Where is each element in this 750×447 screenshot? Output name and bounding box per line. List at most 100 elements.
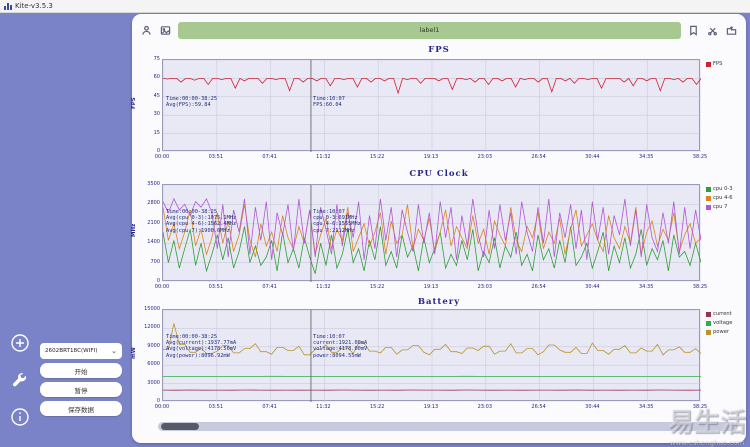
device-select[interactable]: 2602BRT18C(WIFI) ⌄ [40,343,122,359]
chart-title: Battery [417,297,461,307]
x-tick-label: 30:44 [585,404,600,410]
y-tick-label: 15 [153,129,160,136]
y-tick-label: 3500 [147,181,160,187]
legend-swatch [706,320,711,326]
y-tick-label: 2100 [147,219,160,226]
x-tick-label: 38:25 [692,284,708,290]
y-axis-label: MHz [131,223,137,237]
legend-label: current [713,311,732,317]
legend-label: FPS [713,61,723,67]
legend-swatch [706,311,711,317]
x-tick-label: 34:35 [638,404,654,410]
title-bar: Kite-v3.5.3 [0,0,750,13]
x-tick-label: 23:03 [477,404,493,410]
label-input[interactable]: label1 [178,21,681,39]
x-tick-label: 03:51 [208,154,224,160]
x-tick-label: 15:22 [369,284,385,290]
y-tick-label: 60 [153,74,160,81]
y-tick-label: 2800 [147,200,160,207]
legend-label: cpu 7 [713,204,728,210]
legend-item[interactable]: voltage [706,320,746,326]
chart-legend: FPS [706,61,746,70]
x-tick-label: 30:44 [585,284,600,290]
x-tick-label: 15:22 [369,404,385,410]
x-tick-label: 00:00 [154,404,170,410]
scrollbar-thumb[interactable] [161,423,199,430]
x-tick-label: 26:54 [531,284,546,290]
pause-button[interactable]: 暂停 [40,382,122,397]
x-tick-label: 00:00 [154,284,170,290]
legend-label: voltage [713,320,733,326]
plot-area: Time:00:00-38:25 Avg(cpu 0-3):1075.1MHz … [162,184,701,282]
x-tick-label: 34:35 [638,154,654,160]
bookmark-save-icon[interactable] [687,24,700,37]
y-tick-label: 75 [153,56,160,62]
x-tick-label: 30:44 [585,154,600,160]
y-axis-label: FPS [131,97,137,109]
save-data-button[interactable]: 保存数据 [40,401,122,416]
charts: FPS Time:00:00-38:25 Avg(FPS):59.84 Time:1… [131,42,746,414]
y-tick-label: 45 [153,92,160,99]
x-tick-label: 26:54 [531,154,546,160]
x-tick-label: 34:35 [638,284,654,290]
start-button[interactable]: 开始 [40,363,122,378]
y-tick-label: 12000 [144,324,160,331]
legend-swatch [706,61,711,67]
x-tick-label: 19:13 [423,404,439,410]
horizontal-scrollbar[interactable] [158,422,738,431]
legend-item[interactable]: cpu 7 [706,204,746,210]
legend-item[interactable]: cpu 4-6 [706,195,746,201]
legend-swatch [706,195,711,201]
plot-area: Time:00:00-38:25 Avg(FPS):59.84 Time:10:0… [162,59,701,152]
legend-item[interactable]: cpu 0-3 [706,186,746,192]
label-input-value: label1 [419,26,440,34]
scissors-icon[interactable] [706,24,719,37]
legend-item[interactable]: FPS [706,61,746,67]
wrench-icon[interactable] [10,369,31,390]
window-title: Kite-v3.5.3 [15,2,53,10]
y-tick-label: 1400 [147,239,160,246]
y-tick-label: 700 [150,258,160,265]
chart-legend: cpu 0-3 cpu 4-6 cpu 7 [706,186,746,213]
x-tick-label: 23:03 [477,154,493,160]
x-tick-label: 26:54 [531,404,546,410]
legend-item[interactable]: power [706,329,746,335]
legend-label: cpu 0-3 [713,186,733,192]
legend-label: power [713,329,730,335]
toolbar: label1 [132,18,746,42]
chevron-down-icon: ⌄ [111,347,117,355]
info-button[interactable] [10,406,31,427]
x-tick-label: 15:22 [369,154,385,160]
left-rail [6,332,34,427]
app-chart-icon [4,2,12,10]
x-tick-label: 11:32 [316,284,331,290]
legend-swatch [706,204,711,210]
x-tick-label: 03:51 [208,404,224,410]
x-tick-label: 38:25 [692,154,708,160]
x-tick-label: 07:41 [262,404,277,410]
controls-panel: 2602BRT18C(WIFI) ⌄ 开始 暂停 保存数据 [40,343,122,416]
chart-legend: current voltage power [706,311,746,338]
x-tick-label: 19:13 [423,284,439,290]
x-tick-label: 38:25 [692,404,708,410]
app-window: Kite-v3.5.3 2602BRT18C(WIFI) ⌄ 开始 暂停 保存数… [0,0,750,447]
add-button[interactable] [10,332,31,353]
y-tick-label: 6000 [147,361,160,368]
x-tick-label: 00:00 [154,154,170,160]
x-tick-label: 11:32 [316,404,331,410]
y-tick-label: 3000 [147,379,160,386]
main-card: label1 FPS Time:00:00-38:25 Avg(FPS):59.8… [131,14,746,443]
x-tick-label: 07:41 [262,154,277,160]
user-icon[interactable] [140,24,153,37]
x-tick-label: 11:32 [316,154,331,160]
export-icon[interactable] [725,24,738,37]
x-tick-label: 07:41 [262,284,277,290]
chart-title: FPS [428,45,450,55]
legend-item[interactable]: current [706,311,746,317]
screenshot-icon[interactable] [159,24,172,37]
legend-label: cpu 4-6 [713,195,733,201]
device-select-value: 2602BRT18C(WIFI) [45,348,98,354]
x-tick-label: 03:51 [208,284,224,290]
plot-area: Time:00:00-38:25 Avg(current):1937.77mA … [162,309,701,402]
y-tick-label: 9000 [147,342,160,349]
